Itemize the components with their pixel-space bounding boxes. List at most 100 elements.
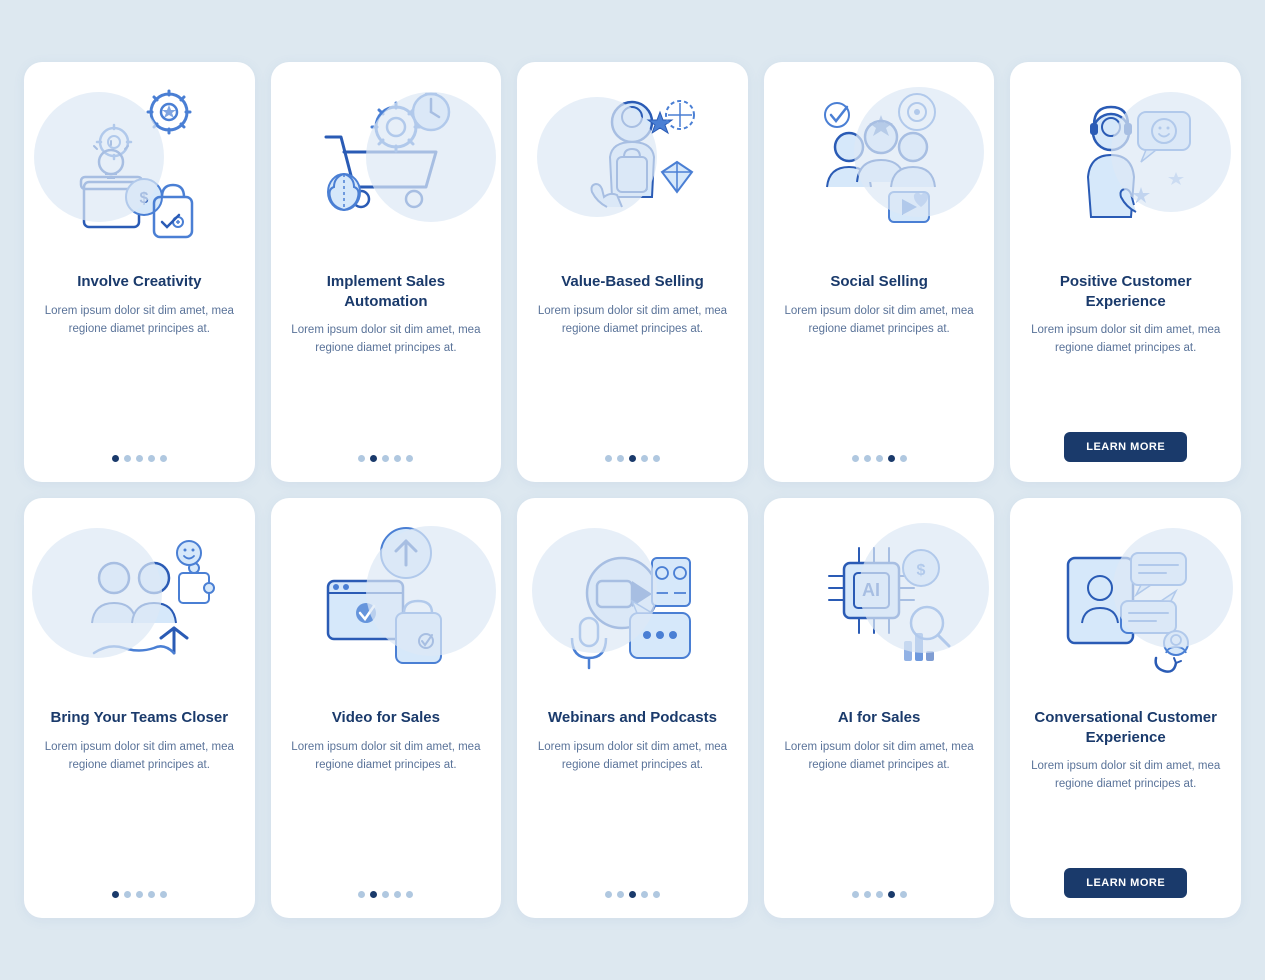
card-dots-ai-sales (852, 891, 907, 898)
dot-5[interactable] (900, 455, 907, 462)
dot-2[interactable] (370, 455, 377, 462)
card-dots-creativity (112, 455, 167, 462)
card-dots-teams (112, 891, 167, 898)
dot-1[interactable] (358, 891, 365, 898)
card-body-video: Video for Sales Lorem ipsum dolor sit di… (271, 698, 502, 898)
card-webinars-podcasts: Webinars and Podcasts Lorem ipsum dolor … (517, 498, 748, 918)
dot-3[interactable] (136, 455, 143, 462)
card-ai-for-sales: AI $ (764, 498, 995, 918)
dot-5[interactable] (406, 891, 413, 898)
card-desc-conv-cx: Lorem ipsum dolor sit dim amet, mea regi… (1028, 757, 1223, 854)
card-implement-sales-automation: Implement Sales Automation Lorem ipsum d… (271, 62, 502, 482)
dot-2[interactable] (370, 891, 377, 898)
card-dots-value-selling (605, 455, 660, 462)
card-illustration-webinars (517, 498, 748, 698)
card-body-value-selling: Value-Based Selling Lorem ipsum dolor si… (517, 262, 748, 462)
card-illustration-video (271, 498, 502, 698)
card-positive-cx: Positive Customer Experience Lorem ipsum… (1010, 62, 1241, 482)
dot-3[interactable] (382, 455, 389, 462)
card-body-ai-sales: AI for Sales Lorem ipsum dolor sit dim a… (764, 698, 995, 898)
card-title-webinars: Webinars and Podcasts (548, 708, 717, 728)
card-body-positive-cx: Positive Customer Experience Lorem ipsum… (1010, 262, 1241, 462)
card-conversational-cx: Conversational Customer Experience Lorem… (1010, 498, 1241, 918)
card-illustration-social-selling (764, 62, 995, 262)
card-dots-social-selling (852, 455, 907, 462)
card-desc-teams: Lorem ipsum dolor sit dim amet, mea regi… (42, 738, 237, 878)
card-title-teams: Bring Your Teams Closer (51, 708, 229, 728)
card-title-creativity: Involve Creativity (77, 272, 201, 292)
card-title-automation: Implement Sales Automation (289, 272, 484, 311)
dot-3[interactable] (629, 455, 636, 462)
dot-1[interactable] (358, 455, 365, 462)
dot-1[interactable] (112, 455, 119, 462)
card-desc-creativity: Lorem ipsum dolor sit dim amet, mea regi… (42, 302, 237, 442)
dot-2[interactable] (124, 455, 131, 462)
card-body-webinars: Webinars and Podcasts Lorem ipsum dolor … (517, 698, 748, 898)
dot-1[interactable] (605, 455, 612, 462)
card-video-for-sales: Video for Sales Lorem ipsum dolor sit di… (271, 498, 502, 918)
card-body-teams: Bring Your Teams Closer Lorem ipsum dolo… (24, 698, 255, 898)
card-grid: $ Involve Creativity Lorem ipsum dolor s… (24, 62, 1241, 918)
card-desc-webinars: Lorem ipsum dolor sit dim amet, mea regi… (535, 738, 730, 878)
card-body-social-selling: Social Selling Lorem ipsum dolor sit dim… (764, 262, 995, 462)
card-involve-creativity: $ Involve Creativity Lorem ipsum dolor s… (24, 62, 255, 482)
dot-2[interactable] (864, 455, 871, 462)
dot-5[interactable] (160, 455, 167, 462)
card-desc-video: Lorem ipsum dolor sit dim amet, mea regi… (289, 738, 484, 878)
dot-5[interactable] (900, 891, 907, 898)
learn-more-button-positive-cx[interactable]: LEARN MORE (1064, 432, 1187, 462)
dot-1[interactable] (852, 455, 859, 462)
dot-1[interactable] (852, 891, 859, 898)
dot-1[interactable] (112, 891, 119, 898)
card-body-automation: Implement Sales Automation Lorem ipsum d… (271, 262, 502, 462)
dot-4[interactable] (394, 891, 401, 898)
dot-4[interactable] (148, 891, 155, 898)
card-illustration-teams (24, 498, 255, 698)
dot-2[interactable] (124, 891, 131, 898)
dot-2[interactable] (617, 455, 624, 462)
card-desc-ai-sales: Lorem ipsum dolor sit dim amet, mea regi… (782, 738, 977, 878)
card-dots-video (358, 891, 413, 898)
dot-4[interactable] (888, 455, 895, 462)
card-dots-automation (358, 455, 413, 462)
dot-5[interactable] (160, 891, 167, 898)
dot-4[interactable] (394, 455, 401, 462)
dot-1[interactable] (605, 891, 612, 898)
card-body-creativity: Involve Creativity Lorem ipsum dolor sit… (24, 262, 255, 462)
card-social-selling: Social Selling Lorem ipsum dolor sit dim… (764, 62, 995, 482)
card-title-social-selling: Social Selling (830, 272, 928, 292)
card-desc-value-selling: Lorem ipsum dolor sit dim amet, mea regi… (535, 302, 730, 442)
dot-2[interactable] (864, 891, 871, 898)
dot-4[interactable] (641, 455, 648, 462)
dot-3[interactable] (876, 455, 883, 462)
dot-5[interactable] (653, 891, 660, 898)
card-title-positive-cx: Positive Customer Experience (1028, 272, 1223, 311)
dot-4[interactable] (148, 455, 155, 462)
card-dots-webinars (605, 891, 660, 898)
card-title-conv-cx: Conversational Customer Experience (1028, 708, 1223, 747)
dot-4[interactable] (888, 891, 895, 898)
learn-more-button-conv-cx[interactable]: LEARN MORE (1064, 868, 1187, 898)
dot-3[interactable] (382, 891, 389, 898)
card-value-based-selling: Value-Based Selling Lorem ipsum dolor si… (517, 62, 748, 482)
card-bring-teams-closer: Bring Your Teams Closer Lorem ipsum dolo… (24, 498, 255, 918)
dot-3[interactable] (136, 891, 143, 898)
card-title-video: Video for Sales (332, 708, 440, 728)
card-illustration-ai-sales: AI $ (764, 498, 995, 698)
dot-5[interactable] (653, 455, 660, 462)
card-desc-social-selling: Lorem ipsum dolor sit dim amet, mea regi… (782, 302, 977, 442)
dot-2[interactable] (617, 891, 624, 898)
card-desc-positive-cx: Lorem ipsum dolor sit dim amet, mea regi… (1028, 321, 1223, 418)
card-illustration-positive-cx (1010, 62, 1241, 262)
card-body-conv-cx: Conversational Customer Experience Lorem… (1010, 698, 1241, 898)
dot-5[interactable] (406, 455, 413, 462)
card-illustration-conv-cx (1010, 498, 1241, 698)
card-desc-automation: Lorem ipsum dolor sit dim amet, mea regi… (289, 321, 484, 441)
card-title-ai-sales: AI for Sales (838, 708, 921, 728)
card-illustration-creativity: $ (24, 62, 255, 262)
dot-3[interactable] (876, 891, 883, 898)
card-title-value-selling: Value-Based Selling (561, 272, 704, 292)
card-illustration-automation (271, 62, 502, 262)
dot-3[interactable] (629, 891, 636, 898)
dot-4[interactable] (641, 891, 648, 898)
